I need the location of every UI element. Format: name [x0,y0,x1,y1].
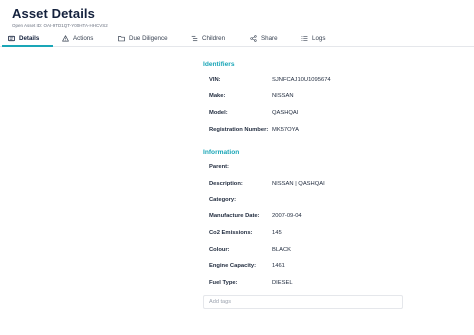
field-row-model: Model: QASHQAI [209,110,409,118]
list-icon [301,35,308,42]
tab-logs-label: Logs [312,35,326,42]
field-row-vin: VIN: SJNFCAJ10U1095674 [209,77,409,85]
share-icon [250,35,257,42]
add-tags-input[interactable] [203,295,403,309]
tab-actions-label: Actions [73,35,94,42]
folder-icon [118,36,125,42]
field-row-parent: Parent: [209,164,409,172]
field-value: 2007-09-04 [272,213,302,219]
field-value: BLACK [272,247,292,253]
field-row-engine-capacity: Engine Capacity: 1461 [209,263,409,271]
active-tab-indicator [2,45,53,47]
field-value: QASHQAI [272,110,299,116]
field-value: 1461 [272,263,285,269]
field-label: Engine Capacity: [209,263,257,269]
field-label: Fuel Type: [209,280,238,286]
identifiers-section-title: Identifiers [203,61,235,68]
field-label: Category: [209,197,237,203]
page-title: Asset Details [12,6,95,21]
tab-due-diligence-label: Due Diligence [129,35,168,42]
field-label: Parent: [209,164,229,170]
field-label: Manufacture Date: [209,213,260,219]
field-label: VIN: [209,77,221,83]
field-value: SJNFCAJ10U1095674 [272,77,331,83]
tab-share-label: Share [261,35,278,42]
field-label: Description: [209,181,243,187]
field-label: Colour: [209,247,230,253]
field-value: MK57OYA [272,127,299,133]
tab-details-label: Details [19,35,40,42]
field-row-fuel-type: Fuel Type: DIESEL [209,280,409,288]
tab-children[interactable]: Children [191,30,225,47]
field-row-category: Category: [209,197,409,205]
tree-icon [191,35,198,42]
field-value: NISSAN [272,93,294,99]
card-icon [8,35,15,42]
field-row-colour: Colour: BLACK [209,247,409,255]
field-value: NISSAN | QASHQAI [272,181,325,187]
field-row-make: Make: NISSAN [209,93,409,101]
tab-due-diligence[interactable]: Due Diligence [118,30,168,47]
field-label: Model: [209,110,228,116]
information-section-title: Information [203,149,240,156]
page-header: Asset Details Open Asset ID: OAI-9TD1QT-… [12,6,108,28]
tab-children-label: Children [202,35,226,42]
field-row-manufacture-date: Manufacture Date: 2007-09-04 [209,213,409,221]
field-row-description: Description: NISSAN | QASHQAI [209,181,409,189]
field-row-co2-emissions: Co2 Emissions: 145 [209,230,409,238]
field-row-registration: Registration Number: MK57OYA [209,127,409,135]
tab-actions[interactable]: Actions [62,30,93,47]
open-asset-id: Open Asset ID: OAI-9TD1QT-Y00HTA-HHCVS2 [12,23,108,28]
warning-triangle-icon [62,35,69,42]
tab-bar: Details Actions Due Diligence Children S… [0,30,474,47]
field-value: 145 [272,230,282,236]
tab-share[interactable]: Share [250,30,278,47]
field-label: Registration Number: [209,127,269,133]
field-label: Co2 Emissions: [209,230,253,236]
field-value: DIESEL [272,280,293,286]
tab-logs[interactable]: Logs [301,30,325,47]
field-label: Make: [209,93,226,99]
